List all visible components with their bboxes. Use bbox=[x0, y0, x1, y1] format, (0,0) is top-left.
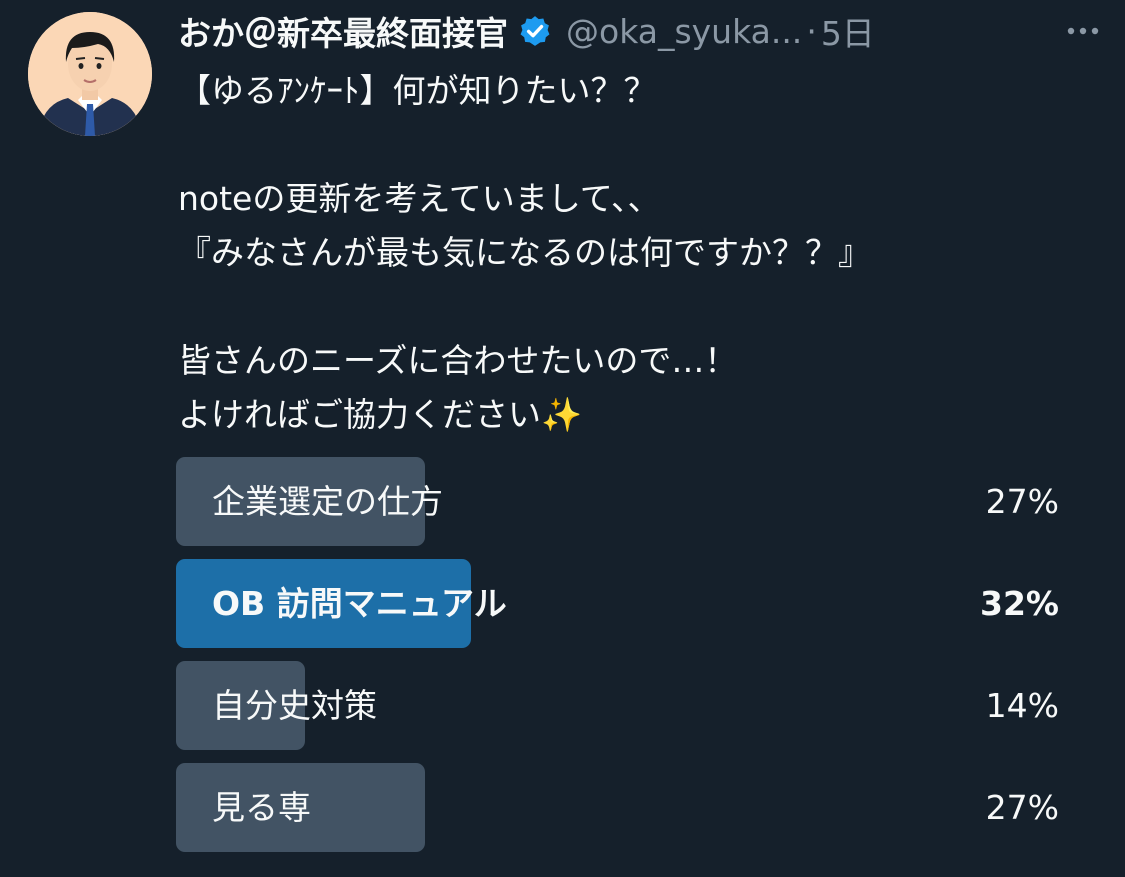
poll-option-percent: 27% bbox=[985, 788, 1059, 827]
poll-option-percent: 14% bbox=[985, 686, 1059, 725]
poll-option[interactable]: OB 訪問マニュアル 32% bbox=[176, 559, 1071, 648]
poll-option-label: 企業選定の仕方 bbox=[212, 482, 443, 521]
avatar[interactable] bbox=[28, 12, 152, 136]
tweet-text: 【ゆるｱﾝｹｰﾄ】何が知りたい？？ noteの更新を考えていまして、、 『みなさ… bbox=[178, 64, 1098, 442]
poll-option[interactable]: 企業選定の仕方 27% bbox=[176, 457, 1071, 546]
display-name[interactable]: おか＠新卒最終面接官 bbox=[178, 7, 508, 55]
poll-option-label: 自分史対策 bbox=[212, 686, 377, 725]
user-handle[interactable]: @oka_syuka... bbox=[566, 12, 802, 51]
tweet-line-text: よければご協力ください bbox=[178, 395, 541, 434]
poll-option[interactable]: 見る専 27% bbox=[176, 763, 1071, 852]
more-dots-icon[interactable] bbox=[1053, 6, 1113, 56]
tweet-line: 『みなさんが最も気になるのは何ですか？？』 bbox=[178, 233, 871, 272]
verified-badge-icon bbox=[518, 14, 552, 48]
tweet-header: おか＠新卒最終面接官 @oka_syuka... · 5日 bbox=[178, 6, 1113, 56]
man-in-suit-avatar-icon bbox=[28, 12, 152, 136]
poll-option-label: OB 訪問マニュアル bbox=[212, 584, 507, 623]
poll-option-label: 見る専 bbox=[212, 788, 311, 827]
tweet-line: 皆さんのニーズに合わせたいので…！ bbox=[178, 341, 738, 380]
tweet-line: noteの更新を考えていまして、、 bbox=[178, 179, 661, 218]
tweet-line-last: よければご協力ください✨ bbox=[178, 388, 1098, 442]
poll-option-percent: 27% bbox=[985, 482, 1059, 521]
timestamp[interactable]: 5日 bbox=[821, 7, 875, 55]
poll-option[interactable]: 自分史対策 14% bbox=[176, 661, 1071, 750]
sparkles-emoji-icon: ✨ bbox=[541, 395, 583, 434]
poll-option-percent: 32% bbox=[980, 584, 1059, 623]
poll: 企業選定の仕方 27% OB 訪問マニュアル 32% 自分史対策 14% 見る専… bbox=[176, 457, 1071, 865]
separator-dot: · bbox=[806, 11, 817, 51]
tweet-line: 【ゆるｱﾝｹｰﾄ】何が知りたい？？ bbox=[178, 71, 657, 110]
